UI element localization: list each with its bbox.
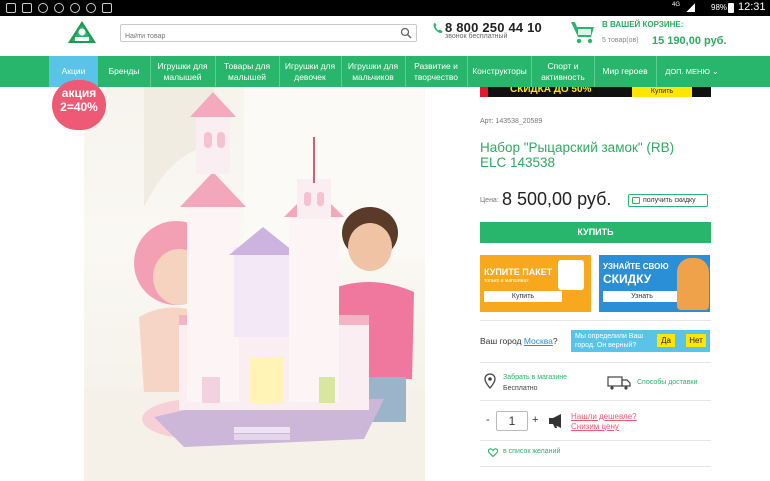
- bag-banner-title: КУПИТЕ ПАКЕТ: [484, 267, 553, 277]
- promo-line2: 2=40%: [60, 100, 98, 114]
- city-question-mark: ?: [552, 336, 558, 346]
- lego-logo-icon: [480, 87, 488, 97]
- city-detect-text: Мы определили Ваш город. Он верный?: [575, 332, 643, 350]
- chrome-icon: [70, 3, 80, 13]
- heart-icon[interactable]: [488, 448, 498, 457]
- nav-label: Спорт и активность: [541, 60, 585, 82]
- promo-line1: акция: [61, 86, 97, 100]
- nav-label: ДОП. МЕНЮ: [665, 67, 710, 76]
- search-icon[interactable]: [400, 27, 412, 39]
- download-icon: [102, 3, 112, 13]
- truck-icon: [607, 376, 631, 390]
- phone-icon: [433, 23, 443, 33]
- nav-label: Игрушки для малышей: [157, 60, 208, 82]
- product-article: Арт: 143538_20589: [480, 118, 543, 125]
- status-bar: 4G 98% 12:31: [0, 0, 770, 16]
- clock: 12:31: [738, 1, 766, 13]
- castle-photo-illustration: [84, 87, 425, 481]
- nav-label: Товары для малышей: [223, 60, 271, 82]
- cat-mascot-icon: [677, 258, 709, 310]
- delivery-methods-link[interactable]: Способы доставки: [637, 379, 697, 386]
- top-banner-text: СКИДКА ДО 50%: [510, 87, 592, 95]
- bag-banner-sub: только в магазинах: [484, 278, 529, 284]
- found-cheaper-line2: Снизим цену: [571, 422, 619, 431]
- price-label: Цена:: [480, 197, 499, 204]
- bag-banner-button[interactable]: Купить: [484, 291, 562, 302]
- pickup-status: Бесплатно: [503, 385, 538, 392]
- nav-label: Игрушки для девочек: [284, 60, 336, 82]
- product-title-line1: Набор "Рыцарский замок" (RB): [480, 140, 675, 155]
- qty-input[interactable]: 1: [496, 411, 528, 431]
- product-price: 8 500,00 руб.: [502, 189, 612, 209]
- signal-icon: [686, 3, 695, 12]
- get-discount-button[interactable]: получить скидку: [628, 194, 708, 207]
- nav-item-boys-toys[interactable]: Игрушки для мальчиков: [342, 56, 404, 87]
- nav-item-baby-toys[interactable]: Игрушки для малышей: [151, 56, 214, 87]
- chrome-icon: [86, 3, 96, 13]
- product-title: Набор "Рыцарский замок" (RB) ELC 143538: [480, 140, 674, 170]
- nav-item-constructors[interactable]: Конструкторы: [468, 56, 531, 87]
- city-no-button[interactable]: Нет: [686, 334, 706, 347]
- nav-item-development[interactable]: Развитие и творчество: [406, 56, 466, 87]
- nav-item-baby-goods[interactable]: Товары для малышей: [216, 56, 278, 87]
- nav-item-more-menu[interactable]: ДОП. МЕНЮ ⌄: [657, 56, 727, 87]
- megaphone-icon: [549, 414, 561, 428]
- nav-item-sport[interactable]: Спорт и активность: [532, 56, 594, 87]
- chrome-icon: [38, 3, 48, 13]
- nav-label: Развитие и творчество: [413, 60, 459, 82]
- cart-count: 5 товар(ов): [602, 37, 639, 44]
- network-type: 4G: [672, 2, 681, 8]
- qty-plus-button[interactable]: +: [532, 414, 538, 426]
- nav-item-girls-toys[interactable]: Игрушки для девочек: [280, 56, 340, 87]
- nav-label: Мир героев: [602, 66, 648, 76]
- add-to-wishlist-link[interactable]: в список желаний: [503, 448, 560, 455]
- screen-icon: [6, 3, 16, 13]
- city-yes-button[interactable]: Да: [657, 334, 675, 347]
- nav-label: Конструкторы: [472, 66, 527, 76]
- city-row: Ваш город Москва?: [480, 336, 558, 346]
- cart-title[interactable]: В ВАШЕЙ КОРЗИНЕ:: [602, 20, 683, 29]
- bag-icon: [558, 260, 584, 290]
- product-title-line2: ELC 143538: [480, 155, 556, 170]
- cart-sum[interactable]: 15 190,00 руб.: [652, 35, 727, 47]
- city-label: Ваш город: [480, 336, 522, 346]
- phone-subtitle: звонок бесплатный: [445, 33, 508, 40]
- discount-banner-line2: СКИДКУ: [603, 272, 652, 286]
- search-box[interactable]: [120, 24, 417, 45]
- know-discount-banner[interactable]: УЗНАЙТЕ СВОЮ СКИДКУ Узнать: [599, 255, 710, 312]
- buy-button[interactable]: КУПИТЬ: [480, 222, 711, 243]
- nav-label: Бренды: [108, 66, 140, 76]
- discount-banner-button[interactable]: Узнать: [603, 291, 681, 302]
- buy-bag-banner[interactable]: КУПИТЕ ПАКЕТ только в магазинах Купить: [480, 255, 591, 312]
- qty-minus-button[interactable]: -: [486, 414, 490, 426]
- chevron-down-icon: ⌄: [712, 67, 719, 76]
- found-cheaper-line1: Нашли дешевле?: [571, 412, 637, 421]
- city-link[interactable]: Москва: [524, 336, 553, 346]
- city-detect-line2: город. Он верный?: [575, 342, 637, 349]
- pickup-link[interactable]: Забрать в магазине: [503, 374, 567, 381]
- discount-label: получить скидку: [643, 197, 696, 204]
- search-input[interactable]: [121, 28, 391, 45]
- battery-level: 98%: [711, 3, 728, 12]
- nav-item-brands[interactable]: Бренды: [98, 56, 150, 87]
- chrome-icon: [54, 3, 64, 13]
- ticket-icon: [632, 197, 640, 204]
- image-icon: [22, 3, 32, 13]
- found-cheaper-link[interactable]: Нашли дешевле? Снизим цену: [571, 412, 637, 432]
- location-pin-icon: [484, 373, 496, 389]
- cart-icon[interactable]: [567, 19, 597, 45]
- city-detect-line1: Мы определили Ваш: [575, 333, 643, 340]
- product-image[interactable]: [84, 87, 425, 481]
- battery-icon: [728, 3, 734, 13]
- nav-label: Акции: [61, 66, 86, 76]
- promo-badge[interactable]: акция 2=40%: [52, 80, 106, 130]
- top-banner-button[interactable]: Купить: [632, 87, 692, 97]
- top-sale-banner[interactable]: СКИДКА ДО 50% Купить: [480, 87, 711, 97]
- discount-banner-line1: УЗНАЙТЕ СВОЮ: [603, 262, 669, 271]
- nav-label: Игрушки для мальчиков: [347, 60, 399, 82]
- nav-item-heroes[interactable]: Мир героев: [595, 56, 655, 87]
- elc-logo[interactable]: [67, 20, 97, 46]
